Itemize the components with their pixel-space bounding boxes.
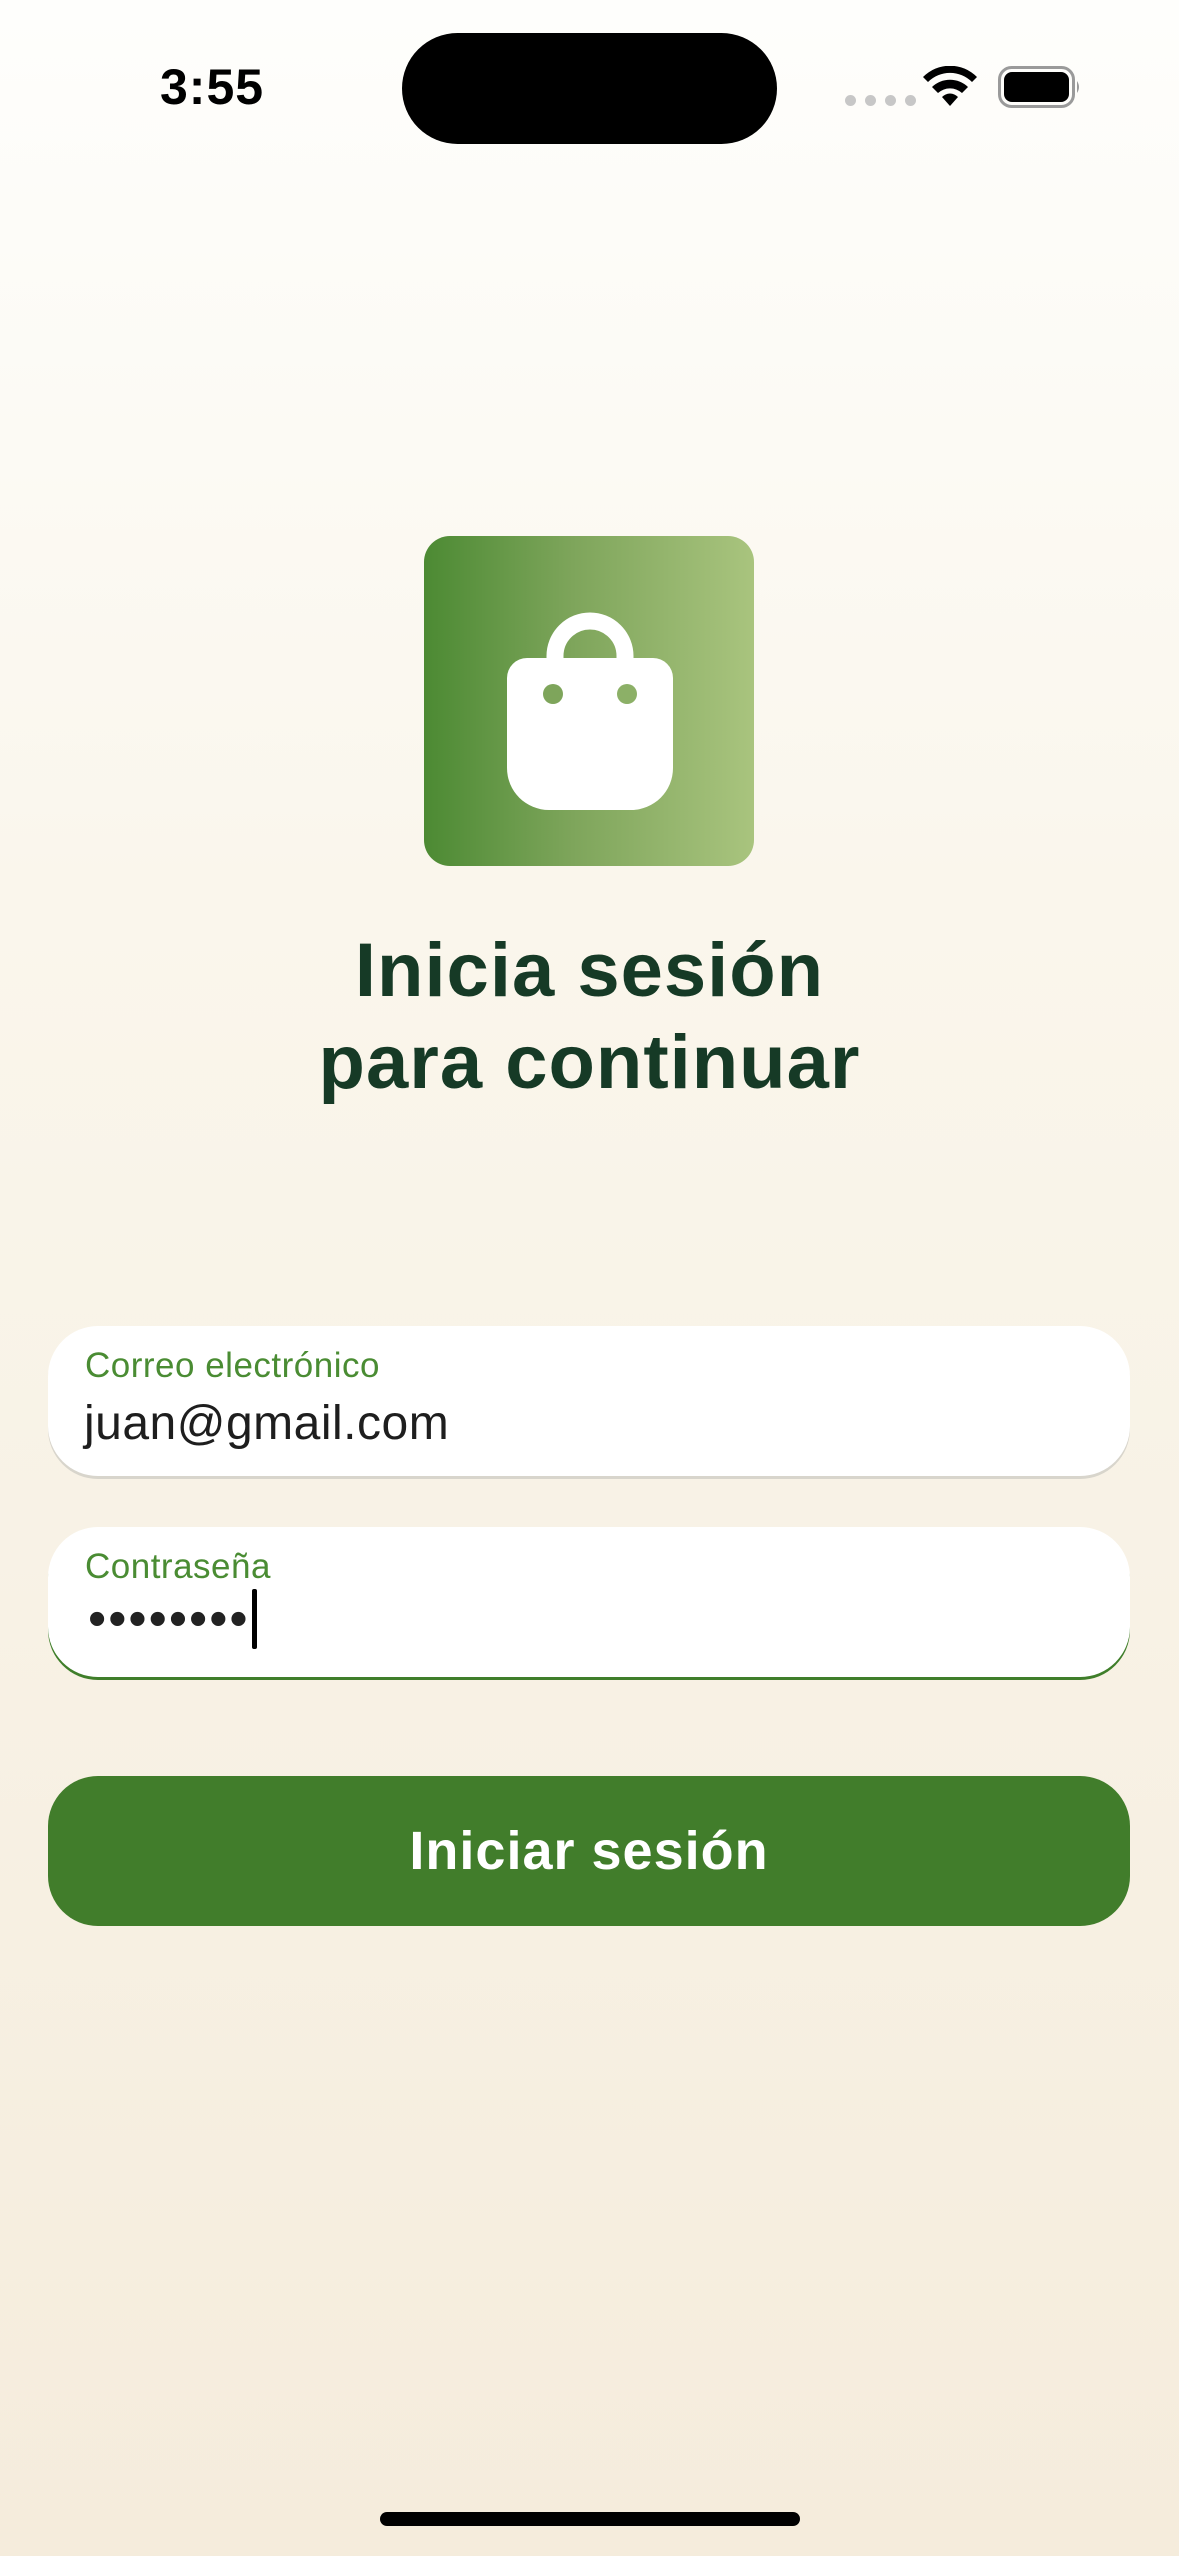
page-title-line-1: Inicia sesión <box>354 928 825 1013</box>
shopping-bag-icon <box>507 612 673 810</box>
page-title-line-2: para continuar <box>318 1020 861 1105</box>
password-value[interactable]: •••••••• <box>88 1589 257 1649</box>
password-field[interactable]: Contraseña •••••••• <box>48 1527 1130 1677</box>
wifi-icon <box>923 66 977 106</box>
signal-dots-icon <box>845 95 916 106</box>
login-button[interactable]: Iniciar sesión <box>48 1776 1130 1926</box>
home-indicator[interactable] <box>380 2512 800 2526</box>
status-time: 3:55 <box>160 59 265 115</box>
password-label: Contraseña <box>85 1547 271 1586</box>
email-field[interactable]: Correo electrónico juan@gmail.com <box>48 1326 1130 1476</box>
email-label: Correo electrónico <box>85 1346 380 1385</box>
password-mask: •••••••• <box>88 1590 250 1648</box>
app-logo <box>424 536 754 866</box>
battery-icon <box>998 66 1079 108</box>
text-cursor <box>251 1589 257 1649</box>
page-title: Inicia sesión para continuar <box>0 925 1179 1109</box>
email-value[interactable]: juan@gmail.com <box>84 1396 449 1451</box>
dynamic-island <box>402 33 777 144</box>
